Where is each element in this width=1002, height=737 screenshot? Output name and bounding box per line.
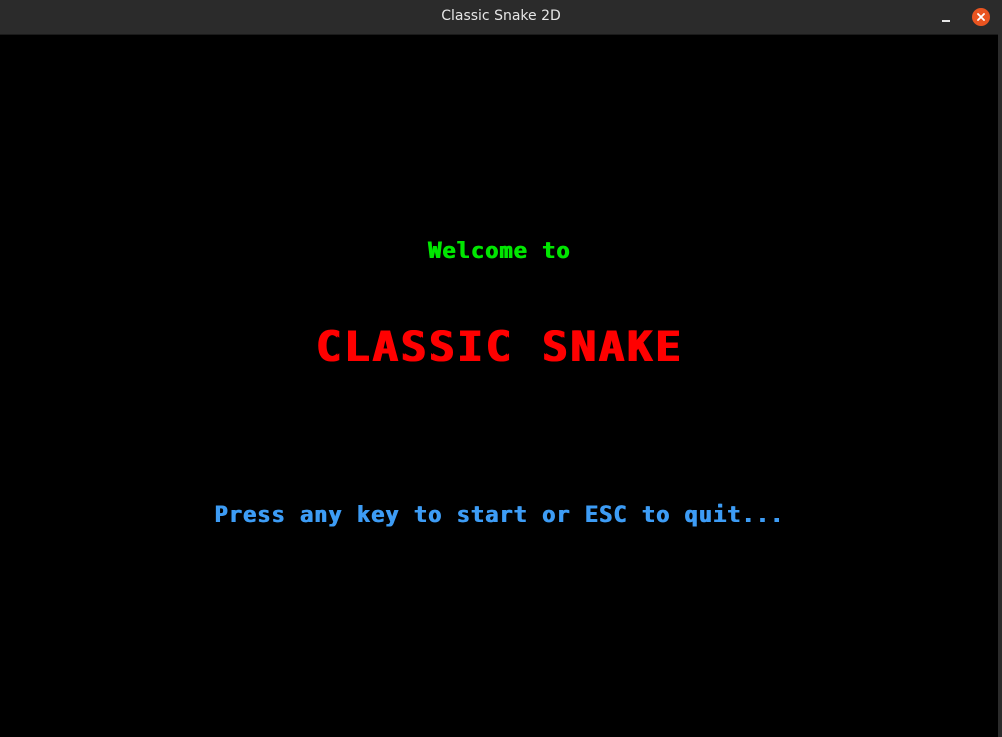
game-window: Classic Snake 2D Welcome to CLASSIC SNAK… [0,0,1002,737]
game-title: CLASSIC SNAKE [315,322,683,371]
welcome-text: Welcome to [427,239,571,264]
game-canvas[interactable]: Welcome to CLASSIC SNAKE Press any key t… [0,35,998,737]
minimize-button[interactable] [936,9,954,25]
window-title: Classic Snake 2D [441,8,561,24]
title-bar[interactable]: Classic Snake 2D [0,0,1002,35]
start-prompt: Press any key to start or ESC to quit... [214,503,784,528]
close-button[interactable] [972,8,990,26]
window-edge [998,34,1002,737]
minimize-icon [942,20,950,22]
close-icon [977,13,985,21]
